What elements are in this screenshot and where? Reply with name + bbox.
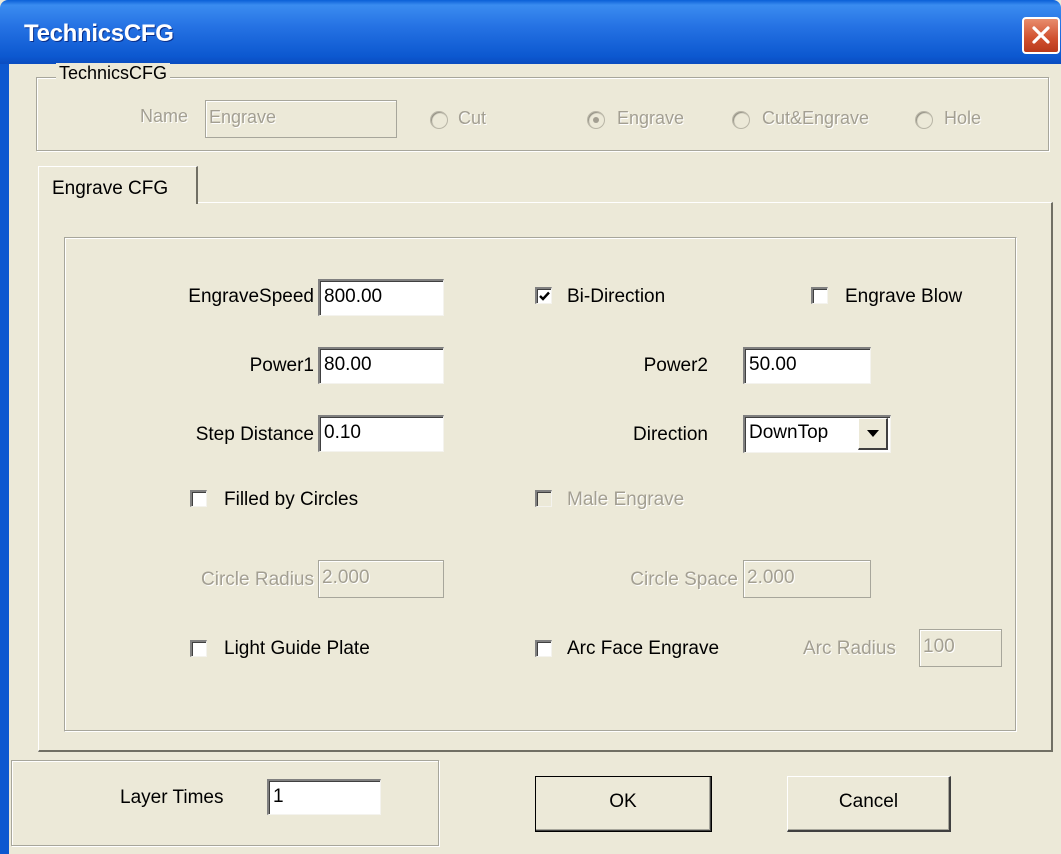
bi-direction-label: Bi-Direction	[567, 286, 666, 307]
window-border	[0, 64, 9, 854]
name-field: Engrave	[205, 100, 397, 138]
light-guide-plate-label: Light Guide Plate	[224, 638, 370, 659]
engrave-blow-label: Engrave Blow	[845, 286, 963, 307]
male-engrave-label: Male Engrave	[567, 489, 685, 510]
engrave-speed-input[interactable]: 800.00	[318, 279, 444, 316]
circle-radius-input: 2.000	[318, 560, 444, 598]
checkmark-icon	[539, 291, 550, 301]
arc-face-engrave-label: Arc Face Engrave	[567, 638, 720, 659]
power1-label: Power1	[249, 355, 314, 376]
radio-cut	[430, 111, 448, 129]
chevron-down-icon	[867, 430, 879, 437]
radio-hole	[915, 111, 933, 129]
group-title: TechnicsCFG	[56, 63, 171, 84]
engrave-blow-checkbox[interactable]	[811, 287, 828, 304]
step-distance-label: Step Distance	[195, 424, 314, 445]
radio-cut-engrave-label: Cut&Engrave	[762, 108, 870, 128]
light-guide-plate-checkbox[interactable]	[190, 640, 207, 657]
arc-radius-label: Arc Radius	[803, 638, 896, 659]
circle-space-input: 2.000	[743, 560, 871, 598]
direction-label: Direction	[633, 424, 708, 445]
direction-dropdown-button[interactable]	[858, 418, 888, 450]
radio-hole-label: Hole	[944, 108, 982, 128]
layer-times-label: Layer Times	[120, 787, 224, 808]
name-label: Name	[140, 106, 189, 126]
ok-button[interactable]: OK	[535, 776, 712, 832]
cancel-button[interactable]: Cancel	[787, 776, 951, 832]
engrave-speed-label: EngraveSpeed	[188, 286, 314, 307]
power2-input[interactable]: 50.00	[743, 347, 871, 384]
radio-cut-engrave	[732, 111, 750, 129]
close-icon	[1032, 26, 1050, 44]
power1-input[interactable]: 80.00	[318, 347, 444, 384]
close-button[interactable]	[1022, 17, 1060, 54]
window-title: TechnicsCFG	[24, 20, 174, 47]
arc-radius-input: 100	[919, 629, 1002, 667]
filled-by-circles-label: Filled by Circles	[224, 489, 359, 510]
radio-cut-label: Cut	[458, 108, 487, 128]
filled-by-circles-checkbox[interactable]	[190, 490, 207, 507]
step-distance-input[interactable]: 0.10	[318, 415, 444, 452]
circle-radius-label: Circle Radius	[201, 569, 314, 590]
radio-engrave	[587, 111, 605, 129]
circle-space-label: Circle Space	[630, 569, 738, 590]
arc-face-engrave-checkbox[interactable]	[535, 640, 552, 657]
tab-engrave-cfg-label: Engrave CFG	[52, 178, 169, 199]
bi-direction-checkbox[interactable]	[535, 287, 552, 304]
power2-label: Power2	[643, 355, 708, 376]
radio-engrave-label: Engrave	[617, 108, 685, 128]
male-engrave-checkbox	[535, 490, 552, 507]
layer-times-input[interactable]: 1	[267, 779, 381, 815]
